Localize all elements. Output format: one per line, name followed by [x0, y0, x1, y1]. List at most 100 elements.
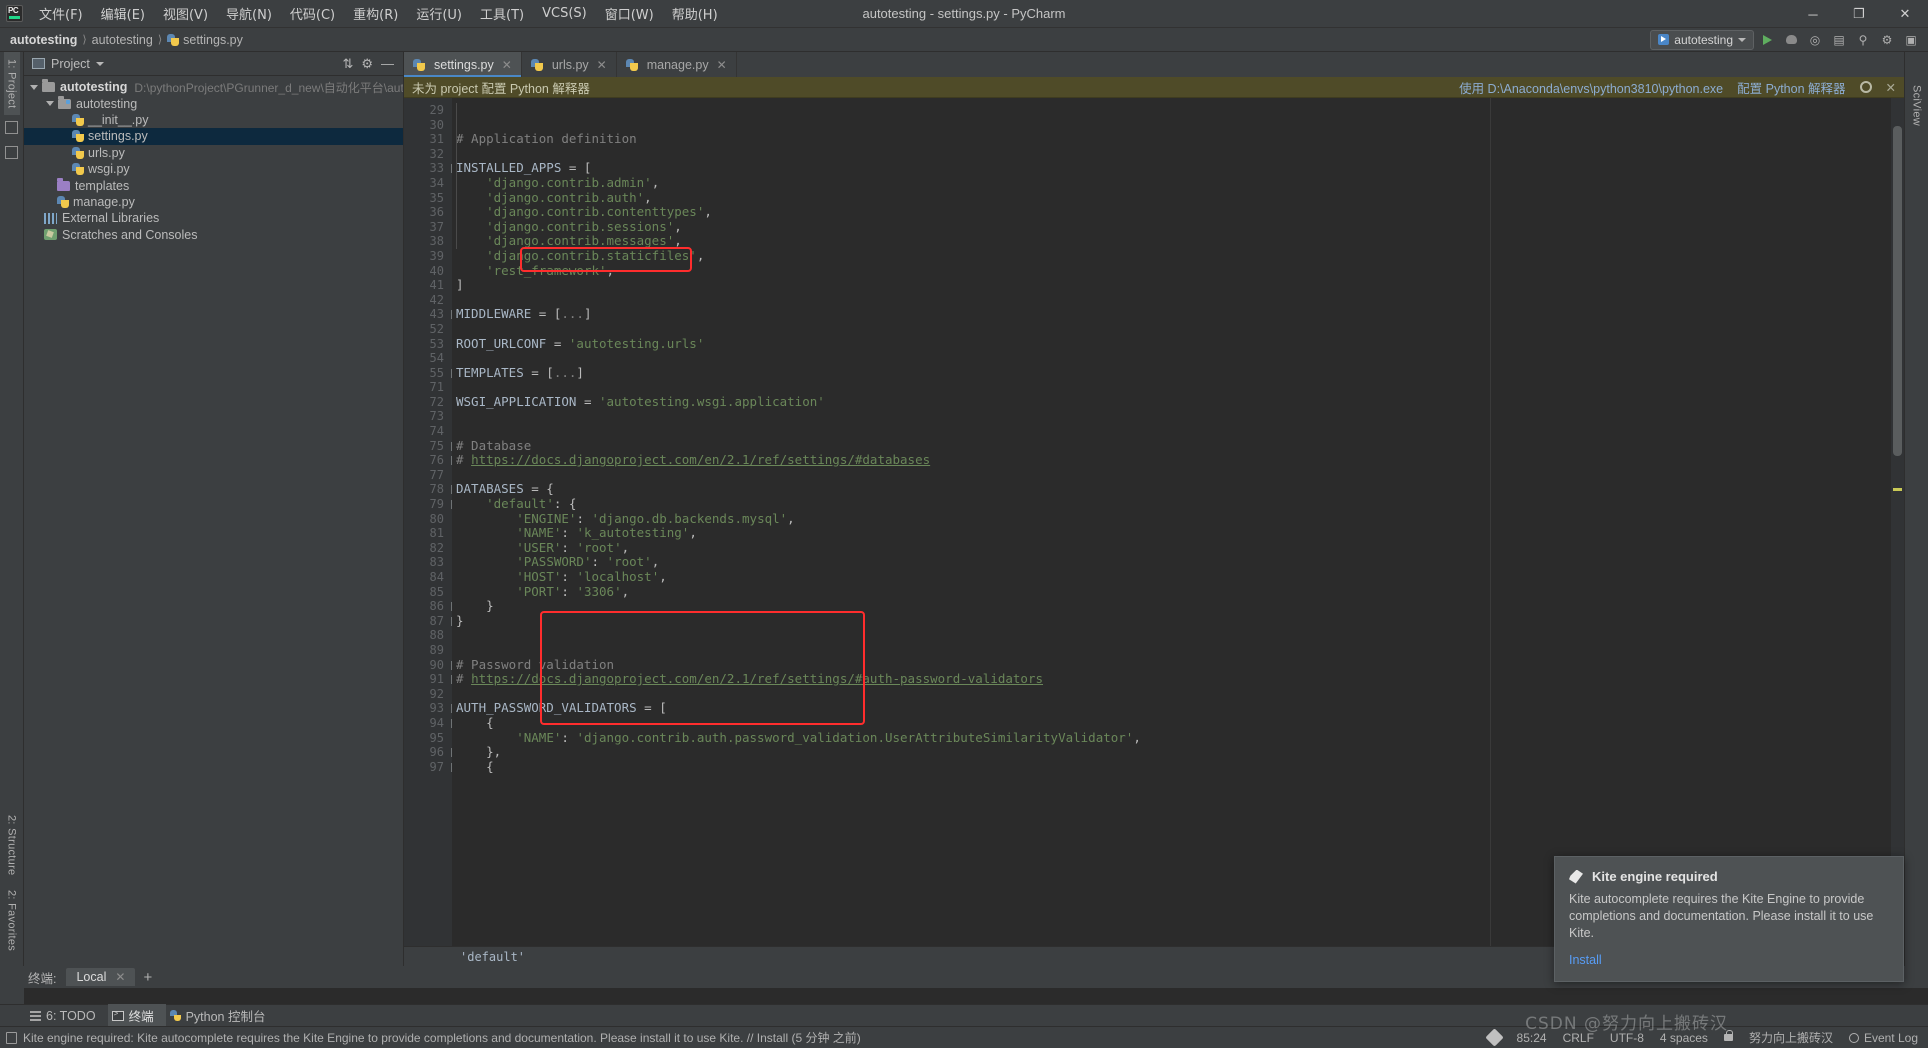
menu-refactor[interactable]: 重构(R)	[344, 0, 407, 27]
tool-tab-python-console[interactable]: Python 控制台	[166, 1004, 278, 1027]
code-line[interactable]	[452, 351, 1490, 366]
coverage-button[interactable]: ◎	[1804, 30, 1826, 50]
menu-window[interactable]: 窗口(W)	[596, 0, 663, 27]
settings-button[interactable]: ⚙	[1876, 30, 1898, 50]
menu-navigate[interactable]: 导航(N)	[217, 0, 281, 27]
hide-icon[interactable]: —	[381, 56, 394, 71]
structure-icon[interactable]	[5, 121, 18, 135]
search-everywhere-button[interactable]: ⚲	[1852, 30, 1874, 50]
code-line[interactable]	[452, 687, 1490, 702]
close-icon[interactable]: ✕	[597, 58, 607, 72]
layout-button[interactable]: ▣	[1900, 30, 1922, 50]
code-line[interactable]	[452, 118, 1490, 133]
chevron-down-icon[interactable]	[30, 84, 38, 90]
terminal-output[interactable]	[24, 988, 1928, 1004]
code-line[interactable]: WSGI_APPLICATION = 'autotesting.wsgi.app…	[452, 394, 1490, 410]
close-icon[interactable]: ✕	[717, 58, 727, 72]
menu-tools[interactable]: 工具(T)	[471, 0, 533, 27]
code-line[interactable]: }	[452, 613, 1490, 629]
tree-item-settings-py[interactable]: settings.py	[24, 128, 403, 145]
terminal-tab-local[interactable]: Local ✕	[66, 968, 136, 986]
gear-icon[interactable]: ⚙	[361, 56, 373, 72]
tree-item-urls-py[interactable]: urls.py	[24, 145, 403, 161]
code-line[interactable]: 'django.contrib.contenttypes',	[452, 204, 1490, 220]
tree-item-templates[interactable]: templates	[24, 177, 403, 193]
breadcrumb-module[interactable]: autotesting	[92, 33, 153, 47]
menu-edit[interactable]: 编辑(E)	[92, 0, 154, 27]
code-line[interactable]	[452, 424, 1490, 439]
code-line[interactable]	[452, 643, 1490, 658]
code-line[interactable]: 'default': {	[452, 496, 1490, 512]
code-line[interactable]: {	[452, 715, 1490, 731]
code-line[interactable]: 'HOST': 'localhost',	[452, 569, 1490, 585]
configure-interpreter-link[interactable]: 配置 Python 解释器	[1737, 78, 1845, 97]
tool-tab-todo[interactable]: 6: TODO	[26, 1007, 108, 1025]
code-line[interactable]: DATABASES = {	[452, 482, 1490, 497]
menu-run[interactable]: 运行(U)	[407, 0, 471, 27]
lock-icon[interactable]	[1723, 1030, 1733, 1041]
code-line[interactable]: 'rest_framework',	[452, 263, 1490, 279]
caret-position[interactable]: 85:24	[1517, 1031, 1547, 1045]
tool-window-favorites[interactable]: 2: Favorites	[4, 883, 20, 958]
code-line[interactable]	[452, 147, 1490, 162]
git-icon[interactable]	[1484, 1028, 1504, 1047]
code-line[interactable]	[452, 322, 1490, 337]
code-line[interactable]	[452, 380, 1490, 395]
menu-help[interactable]: 帮助(H)	[663, 0, 727, 27]
code-line[interactable]	[452, 409, 1490, 424]
profile-button[interactable]: ▤	[1828, 30, 1850, 50]
code-line[interactable]: # Database	[452, 438, 1490, 454]
code-line[interactable]: 'django.contrib.admin',	[452, 175, 1490, 191]
scrollbar-thumb[interactable]	[1893, 126, 1902, 456]
new-terminal-button[interactable]: +	[135, 969, 160, 986]
code-line[interactable]: 'django.contrib.staticfiles',	[452, 248, 1490, 264]
run-button[interactable]	[1756, 30, 1778, 50]
tree-item-manage-py[interactable]: manage.py	[24, 194, 403, 210]
tool-tab-terminal[interactable]: 终端	[107, 1004, 166, 1027]
chevron-down-icon[interactable]	[95, 61, 104, 66]
code-line[interactable]: # Application definition	[452, 131, 1490, 147]
use-interpreter-link[interactable]: 使用 D:\Anaconda\envs\python3810\python.ex…	[1459, 78, 1723, 97]
breadcrumb-file[interactable]: settings.py	[167, 33, 243, 47]
menu-file[interactable]: 文件(F)	[30, 0, 92, 27]
event-log-button[interactable]: Event Log	[1848, 1031, 1918, 1045]
close-icon[interactable]: ✕	[502, 58, 512, 72]
error-marker[interactable]	[1893, 488, 1902, 491]
editor-tab-urls[interactable]: urls.py ✕	[522, 52, 617, 77]
code-line[interactable]: },	[452, 745, 1490, 760]
tree-item-autotesting-module[interactable]: autotesting	[24, 95, 403, 111]
close-icon[interactable]: ✕	[1886, 80, 1896, 95]
editor-tab-settings[interactable]: settings.py ✕	[404, 52, 522, 77]
code-line[interactable]: 'PORT': '3306',	[452, 584, 1490, 600]
code-line[interactable]: ROOT_URLCONF = 'autotesting.urls'	[452, 336, 1490, 352]
code-line[interactable]: 'django.contrib.sessions',	[452, 219, 1490, 235]
code-line[interactable]: MIDDLEWARE = [...]	[452, 307, 1490, 322]
file-encoding[interactable]: UTF-8	[1610, 1031, 1644, 1045]
kite-install-link[interactable]: Install	[1569, 953, 1889, 967]
gear-icon[interactable]	[1859, 81, 1872, 93]
source-code[interactable]: # Application definition INSTALLED_APPS …	[452, 98, 1490, 946]
code-line[interactable]: }	[452, 599, 1490, 614]
menu-code[interactable]: 代码(C)	[281, 0, 344, 27]
tree-item-external-libraries[interactable]: External Libraries	[24, 210, 403, 226]
code-line[interactable]: # https://docs.djangoproject.com/en/2.1/…	[452, 671, 1490, 687]
code-line[interactable]: 'django.contrib.messages',	[452, 234, 1490, 249]
tree-item-autotesting-root[interactable]: autotesting D:\pythonProject\PGrunner_d_…	[24, 79, 403, 95]
code-line[interactable]: 'django.contrib.auth',	[452, 190, 1490, 206]
code-line[interactable]	[452, 628, 1490, 643]
code-line[interactable]: 'NAME': 'django.contrib.auth.password_va…	[452, 730, 1490, 746]
chevron-down-icon[interactable]	[46, 101, 54, 107]
close-button[interactable]: ✕	[1882, 0, 1928, 28]
code-line[interactable]: # https://docs.djangoproject.com/en/2.1/…	[452, 452, 1490, 468]
tree-item-wsgi-py[interactable]: wsgi.py	[24, 161, 403, 177]
code-line[interactable]	[452, 293, 1490, 308]
code-line[interactable]	[452, 468, 1490, 483]
tool-window-project[interactable]: 1: Project	[3, 52, 20, 116]
close-icon[interactable]: ✕	[115, 970, 125, 984]
breadcrumb-project[interactable]: autotesting	[10, 33, 77, 47]
tool-window-sciview[interactable]: SciView	[1909, 78, 1925, 133]
line-separator[interactable]: CRLF	[1563, 1031, 1594, 1045]
run-configuration-selector[interactable]: autotesting	[1650, 29, 1754, 50]
tool-window-structure[interactable]: 2: Structure	[4, 808, 20, 882]
code-line[interactable]: INSTALLED_APPS = [	[452, 161, 1490, 176]
